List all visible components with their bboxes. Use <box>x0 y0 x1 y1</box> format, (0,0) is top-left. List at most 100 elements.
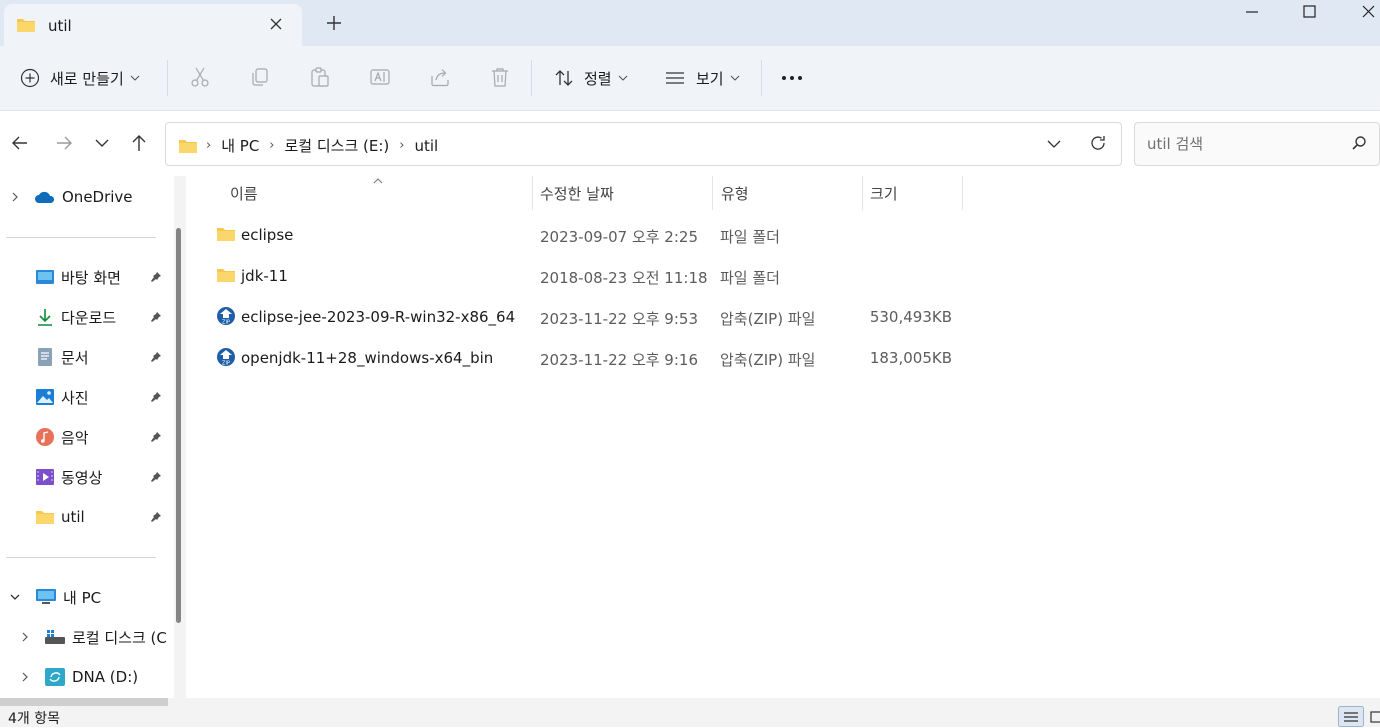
file-name: eclipse <box>241 226 294 244</box>
chevron-down-icon <box>730 75 739 81</box>
sidebar-item-onedrive[interactable]: OneDrive <box>0 179 133 215</box>
sort-icon <box>555 70 573 86</box>
sidebar-item-documents[interactable]: 문서 <box>0 339 161 375</box>
view-list-icon <box>666 72 684 84</box>
drive-icon <box>45 630 65 644</box>
view-button[interactable]: 보기 <box>664 46 740 110</box>
chevron-right-icon[interactable] <box>10 191 20 203</box>
address-history-icon[interactable] <box>1046 138 1062 150</box>
close-tab-icon[interactable] <box>268 16 284 32</box>
column-divider[interactable] <box>532 176 533 210</box>
column-header-size[interactable]: 크기 <box>870 176 898 210</box>
svg-text:ZIP: ZIP <box>222 361 230 367</box>
sort-label: 정렬 <box>584 69 612 88</box>
new-button-label: 새로 만들기 <box>50 69 124 88</box>
scrollbar-thumb[interactable] <box>176 228 181 623</box>
search-box[interactable] <box>1134 122 1380 166</box>
new-tab-icon[interactable] <box>325 14 343 32</box>
sidebar-item-label: 내 PC <box>63 588 102 607</box>
maximize-icon[interactable] <box>1300 4 1320 20</box>
tab-util[interactable]: util <box>4 4 302 46</box>
search-input[interactable] <box>1145 133 1339 155</box>
close-window-icon[interactable] <box>1358 4 1378 20</box>
document-icon <box>38 348 52 366</box>
breadcrumb-local-disk[interactable]: 로컬 디스크 (E:) <box>285 135 390 156</box>
up-icon[interactable] <box>129 133 149 153</box>
sidebar-item-label: 문서 <box>61 348 89 367</box>
recent-locations-icon[interactable] <box>94 137 110 149</box>
column-header-type[interactable]: 유형 <box>721 176 749 210</box>
tiles-view-icon[interactable] <box>1370 706 1380 727</box>
breadcrumb-util[interactable]: util <box>414 137 438 155</box>
rename-icon[interactable] <box>369 66 391 88</box>
chevron-down-icon[interactable] <box>9 592 21 602</box>
share-icon[interactable] <box>429 66 451 88</box>
sidebar-item-this-pc[interactable]: 내 PC <box>0 579 101 615</box>
sidebar-item-local-disk-c[interactable]: 로컬 디스크 (C <box>0 619 167 655</box>
pin-icon[interactable] <box>150 311 162 323</box>
table-row[interactable]: ZIP openjdk-11+28_windows-x64_bin 2023-1… <box>212 339 972 377</box>
sidebar-item-pictures[interactable]: 사진 <box>0 379 161 415</box>
sort-button[interactable]: 정렬 <box>554 46 628 110</box>
file-name: eclipse-jee-2023-09-R-win32-x86_64 <box>241 308 516 326</box>
sidebar-item-util[interactable]: util <box>0 499 161 535</box>
column-divider[interactable] <box>712 176 713 210</box>
minimize-icon[interactable] <box>1242 4 1262 20</box>
toolbar-separator <box>531 60 532 96</box>
new-button[interactable]: 새로 만들기 <box>20 46 140 110</box>
folder-icon <box>217 228 235 241</box>
refresh-icon[interactable] <box>1088 133 1108 153</box>
column-header-name[interactable]: 이름 <box>230 176 258 210</box>
pin-icon[interactable] <box>150 351 162 363</box>
paste-icon[interactable] <box>309 66 331 88</box>
cut-icon[interactable] <box>189 66 211 88</box>
sidebar-divider <box>6 557 156 558</box>
table-row[interactable]: eclipse 2023-09-07 오후 2:25 파일 폴더 <box>212 216 972 254</box>
address-row: › 내 PC › 로컬 디스크 (E:) › util <box>0 111 1380 175</box>
more-options-icon[interactable] <box>781 74 803 82</box>
file-date: 2023-11-22 오후 9:16 <box>540 351 698 369</box>
video-icon <box>36 469 54 485</box>
delete-icon[interactable] <box>489 66 511 88</box>
copy-icon[interactable] <box>249 66 271 88</box>
file-type: 압축(ZIP) 파일 <box>720 310 816 328</box>
view-label: 보기 <box>696 69 724 88</box>
toolbar-separator <box>761 60 762 96</box>
tab-title: util <box>48 17 72 35</box>
column-header-date[interactable]: 수정한 날짜 <box>540 176 614 210</box>
back-icon[interactable] <box>10 133 30 153</box>
file-date: 2023-11-22 오후 9:53 <box>540 310 698 328</box>
chevron-down-icon <box>130 75 140 81</box>
computer-icon <box>36 589 56 604</box>
sidebar-item-drive-d[interactable]: DNA (D:) <box>0 659 138 695</box>
table-row[interactable]: jdk-11 2018-08-23 오전 11:18 파일 폴더 <box>212 257 972 295</box>
pin-icon[interactable] <box>150 431 162 443</box>
sidebar-item-music[interactable]: 음악 <box>0 419 161 455</box>
forward-icon[interactable] <box>54 133 74 153</box>
svg-text:ZIP: ZIP <box>222 320 230 326</box>
column-divider[interactable] <box>862 176 863 210</box>
sidebar-item-desktop[interactable]: 바탕 화면 <box>0 259 161 295</box>
chevron-right-icon[interactable]: › <box>399 138 404 153</box>
sidebar-scrollbar[interactable] <box>174 176 186 698</box>
pin-icon[interactable] <box>150 271 162 283</box>
address-bar[interactable]: › 내 PC › 로컬 디스크 (E:) › util <box>165 122 1122 166</box>
table-row[interactable]: ZIP eclipse-jee-2023-09-R-win32-x86_64 2… <box>212 298 972 336</box>
sidebar-item-label: util <box>61 508 85 526</box>
pin-icon[interactable] <box>150 511 162 523</box>
column-divider[interactable] <box>962 176 963 210</box>
pin-icon[interactable] <box>150 391 162 403</box>
chevron-right-icon[interactable]: › <box>206 138 211 153</box>
sidebar-bottom-edge <box>0 698 168 706</box>
chevron-right-icon[interactable] <box>20 671 30 683</box>
pictures-icon <box>36 389 54 405</box>
sidebar-item-videos[interactable]: 동영상 <box>0 459 161 495</box>
chevron-right-icon[interactable] <box>20 631 30 643</box>
sidebar-item-downloads[interactable]: 다운로드 <box>0 299 161 335</box>
file-date: 2018-08-23 오전 11:18 <box>540 269 708 287</box>
search-icon[interactable] <box>1351 135 1367 151</box>
details-view-icon[interactable] <box>1338 706 1364 727</box>
pin-icon[interactable] <box>150 471 162 483</box>
breadcrumb-this-pc[interactable]: 내 PC <box>221 135 259 156</box>
chevron-right-icon[interactable]: › <box>269 138 274 153</box>
